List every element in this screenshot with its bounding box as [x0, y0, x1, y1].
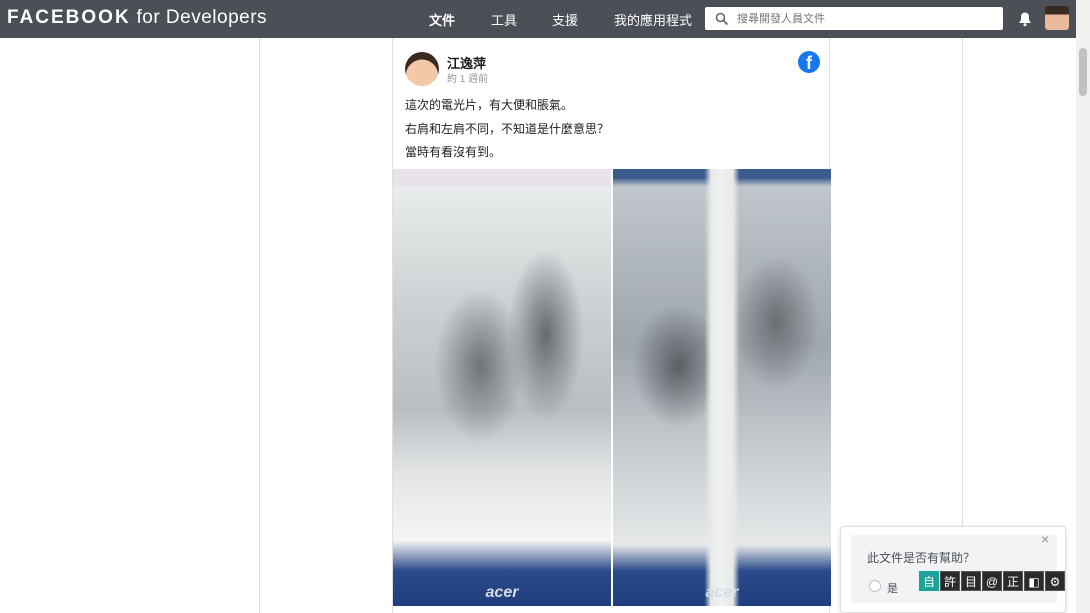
nav-my-apps[interactable]: 我的應用程式 [614, 10, 692, 29]
search-input[interactable] [737, 12, 987, 25]
facebook-icon[interactable]: f [798, 51, 820, 73]
feedback-yes-radio[interactable] [869, 580, 881, 592]
brand-sub: for Developers [136, 7, 268, 28]
nav-support[interactable]: 支援 [552, 10, 578, 29]
feedback-panel: 此文件是否有幫助？ 是 自 許 目 @ 正 ◧ ⚙ [851, 535, 1065, 603]
monitor-brand-label: acer [705, 584, 739, 601]
input-toolbar: 自 許 目 @ 正 ◧ ⚙ [919, 571, 1066, 591]
toolbar-button[interactable]: 許 [940, 571, 960, 591]
toolbar-button[interactable]: 自 [919, 571, 939, 591]
feedback-yes-label[interactable]: 是 [887, 580, 898, 596]
brand-main: FACEBOOK [7, 7, 131, 28]
toolbar-button[interactable]: @ [982, 571, 1002, 591]
post-text-line-2: 右肩和左肩不同，不知道是什麼意思？ [405, 122, 610, 136]
post-text-line-1: 這次的電光片，有大便和脹氣。 [405, 98, 574, 112]
author-avatar[interactable] [405, 52, 439, 86]
toolbar-button[interactable]: 正 [1003, 571, 1023, 591]
post-photo-chest-xray[interactable]: acer [393, 169, 611, 606]
toolbar-button[interactable]: ◧ [1024, 571, 1044, 591]
nav-docs[interactable]: 文件 [429, 10, 455, 29]
nav-tools[interactable]: 工具 [491, 10, 517, 29]
post-photo-abdomen-xray[interactable]: acer [613, 169, 831, 606]
feedback-question: 此文件是否有幫助？ [867, 551, 976, 565]
brand-logo[interactable]: FACEBOOK for Developers [7, 7, 267, 29]
feedback-widget: 此文件是否有幫助？ 是 自 許 目 @ 正 ◧ ⚙ × [840, 526, 1066, 613]
search-box[interactable] [705, 7, 1003, 30]
toolbar-button[interactable]: 目 [961, 571, 981, 591]
post-time[interactable]: 約 1 週前 [447, 70, 488, 85]
settings-icon[interactable]: ⚙ [1045, 571, 1065, 591]
close-icon[interactable]: × [1041, 531, 1049, 547]
search-icon [715, 12, 729, 26]
scrollbar-thumb[interactable] [1079, 48, 1087, 96]
embedded-post: 江逸萍 約 1 週前 f 這次的電光片，有大便和脹氣。 右肩和左肩不同，不知道是… [392, 38, 831, 613]
page-scrollbar[interactable] [1076, 0, 1090, 613]
post-text-line-3: 當時有看沒有到。 [405, 145, 502, 159]
profile-avatar[interactable] [1045, 6, 1069, 30]
content-divider-left [259, 38, 260, 613]
bell-icon[interactable] [1017, 11, 1033, 27]
top-navigation-bar: FACEBOOK for Developers 文件 工具 支援 我的應用程式 [0, 0, 1076, 38]
monitor-brand-label: acer [485, 584, 519, 601]
